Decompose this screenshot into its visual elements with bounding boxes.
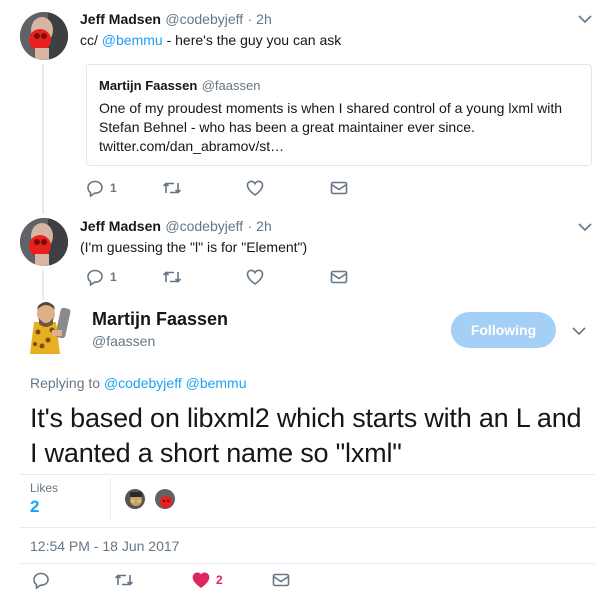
chevron-down-icon[interactable]	[578, 14, 592, 24]
avatar[interactable]	[20, 300, 76, 356]
like-button[interactable]	[246, 178, 264, 198]
retweet-icon	[162, 271, 182, 283]
reply-count: 1	[110, 270, 117, 284]
thread-line	[42, 64, 44, 214]
replying-to-label: Replying to	[30, 375, 104, 391]
chevron-down-icon[interactable]	[578, 222, 592, 232]
tweet-text-suffix: - here's the guy you can ask	[162, 32, 342, 48]
author-name[interactable]: Martijn Faassen	[92, 309, 228, 330]
avatar[interactable]	[20, 12, 68, 60]
tweet-actions: 1	[86, 178, 356, 198]
reply-icon	[87, 269, 103, 286]
quoted-tweet[interactable]: Martijn Faassen @faassen One of my proud…	[86, 64, 592, 166]
retweet-icon	[114, 574, 134, 586]
following-button[interactable]: Following	[451, 312, 556, 348]
liker-avatar[interactable]	[154, 488, 176, 510]
quoted-author-handle: @faassen	[201, 78, 261, 93]
author-handle[interactable]: @codebyjeff	[165, 218, 243, 234]
divider	[20, 474, 595, 475]
dm-icon	[330, 181, 348, 195]
tweet-actions: 2	[32, 570, 302, 590]
likes-label[interactable]: Likes	[30, 481, 58, 495]
likes-count[interactable]: 2	[30, 497, 39, 517]
liker-avatar[interactable]	[124, 488, 146, 510]
tweet-text: It's based on libxml2 which starts with …	[30, 403, 582, 468]
reply-count: 1	[110, 181, 117, 195]
like-button[interactable]	[246, 267, 264, 287]
avatar[interactable]	[20, 218, 68, 266]
reply-icon	[87, 180, 103, 197]
retweet-icon	[162, 182, 182, 194]
tweet-actions: 1	[86, 267, 356, 287]
divider	[20, 563, 595, 564]
tweet-text-prefix: cc/	[80, 32, 102, 48]
stats-divider	[110, 478, 111, 520]
dm-button[interactable]	[330, 267, 348, 287]
timestamp[interactable]: · 2h	[248, 11, 272, 27]
quoted-author-name: Martijn Faassen	[99, 78, 198, 93]
retweet-button[interactable]	[162, 178, 182, 198]
mention-link[interactable]: @bemmu	[102, 32, 163, 48]
dm-icon	[272, 573, 290, 587]
author-handle[interactable]: @faassen	[92, 333, 155, 349]
like-icon	[246, 269, 264, 285]
author-handle[interactable]: @codebyjeff	[165, 11, 243, 27]
retweet-button[interactable]	[114, 570, 134, 590]
dm-button[interactable]	[330, 178, 348, 198]
reply-button[interactable]: 1	[86, 267, 117, 287]
replying-mentions[interactable]: @codebyjeff @bemmu	[104, 375, 247, 391]
divider	[20, 527, 595, 528]
thread-line	[42, 270, 44, 300]
like-button[interactable]: 2	[192, 570, 223, 590]
dm-button[interactable]	[272, 570, 290, 590]
reply-icon	[33, 572, 49, 589]
like-icon	[246, 180, 264, 196]
author-name[interactable]: Jeff Madsen	[80, 218, 161, 234]
chevron-down-icon[interactable]	[572, 326, 586, 336]
retweet-button[interactable]	[162, 267, 182, 287]
quoted-tweet-text: One of my proudest moments is when I sha…	[99, 100, 562, 154]
timestamp[interactable]: · 2h	[248, 218, 272, 234]
tweet-timestamp[interactable]: 12:54 PM - 18 Jun 2017	[30, 538, 179, 554]
dm-icon	[330, 270, 348, 284]
like-icon	[192, 572, 210, 588]
tweet-text: (I'm guessing the "l" is for "Element")	[80, 239, 308, 255]
reply-button[interactable]	[32, 570, 50, 590]
reply-button[interactable]: 1	[86, 178, 117, 198]
like-count: 2	[216, 573, 223, 587]
author-name[interactable]: Jeff Madsen	[80, 11, 161, 27]
